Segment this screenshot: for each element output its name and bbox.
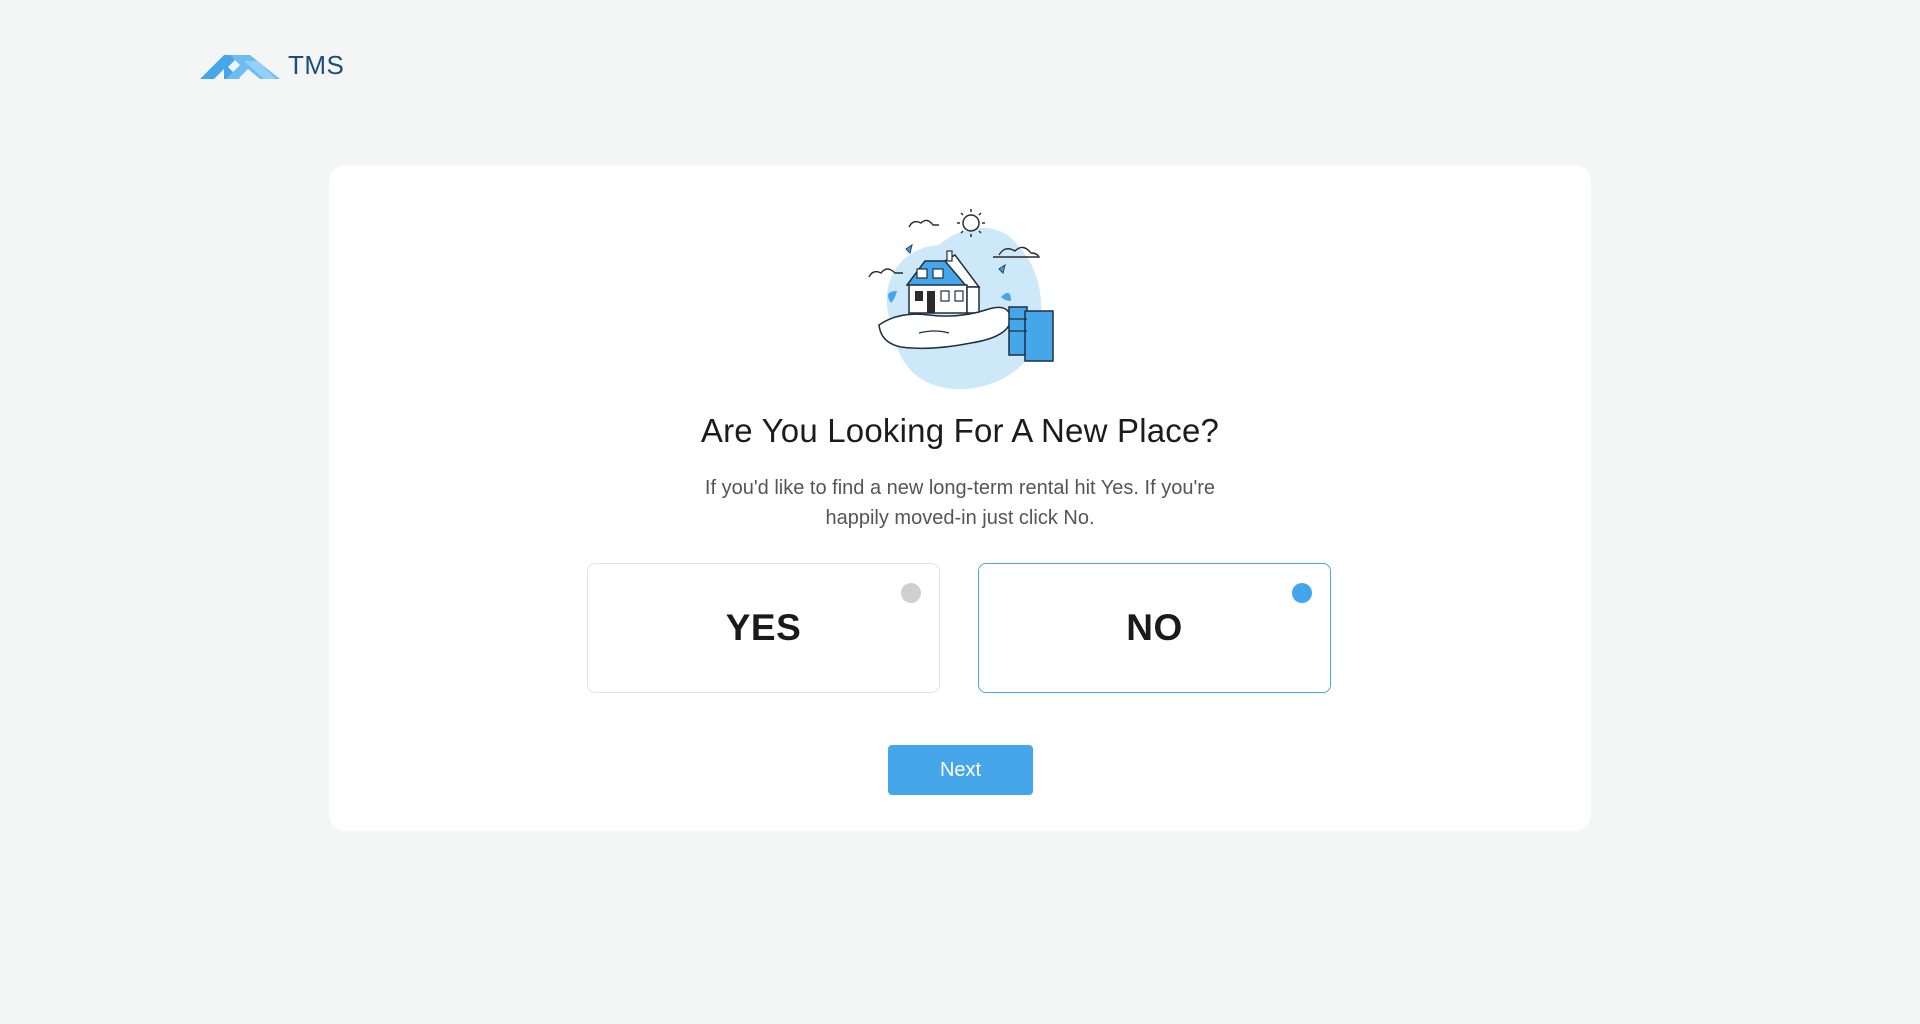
radio-selected-icon[interactable] (1292, 583, 1312, 603)
brand-name: TMS (288, 50, 345, 80)
option-no-label: NO (1126, 607, 1183, 648)
option-no-card[interactable]: NO (978, 563, 1331, 693)
house-in-hand-illustration (868, 209, 1054, 390)
option-yes-label: YES (725, 607, 802, 648)
question-card: Are You Looking For A New Place? If you'… (329, 165, 1591, 831)
roof-logo-icon (200, 54, 280, 79)
next-button[interactable]: Next (888, 745, 1033, 795)
brand-logo[interactable]: TMS (200, 50, 344, 81)
option-yes-card[interactable]: YES (587, 563, 940, 693)
radio-unselected-icon[interactable] (901, 583, 921, 603)
question-title: Are You Looking For A New Place? (700, 412, 1220, 449)
question-subtitle: If you'd like to find a new long-term re… (704, 477, 1216, 529)
